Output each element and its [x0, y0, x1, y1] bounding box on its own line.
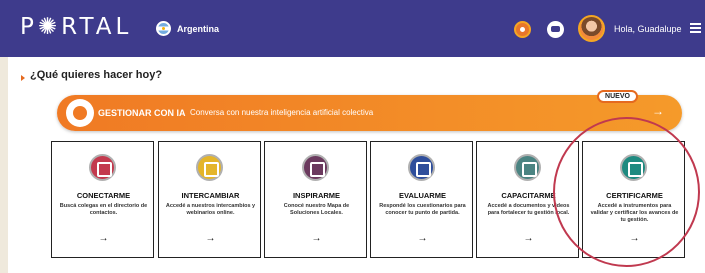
- card-description: Respondé los cuestionarios para conocer …: [379, 203, 466, 216]
- hamburger-menu-icon[interactable]: [690, 23, 701, 33]
- handshake-icon: [89, 154, 116, 181]
- ia-banner-arrow-icon[interactable]: →: [652, 104, 664, 118]
- card-arrow-icon[interactable]: →: [371, 233, 474, 244]
- ia-banner-subtitle: Conversa con nuestra inteligencia artifi…: [190, 108, 374, 117]
- exchange-rings-icon: [196, 154, 223, 181]
- card-title: INSPIRARME: [292, 191, 341, 200]
- card-description: Accedé a nuestros intercambios y webinar…: [165, 203, 256, 216]
- card-intercambiar[interactable]: INTERCAMBIAR Accedé a nuestros intercamb…: [158, 141, 261, 258]
- highlight-circle-annotation: [553, 117, 700, 267]
- card-description: Conocé nuestro Mapa de Soluciones Locale…: [283, 203, 350, 216]
- card-arrow-icon[interactable]: →: [159, 233, 262, 244]
- card-title: INTERCAMBIAR: [181, 191, 240, 200]
- ia-logo-icon: [66, 99, 94, 127]
- user-greeting[interactable]: Hola, Guadalupe: [614, 24, 682, 34]
- chat-icon[interactable]: [547, 21, 564, 38]
- country-selector[interactable]: Argentina: [156, 21, 219, 36]
- bullet-triangle-icon: [21, 75, 25, 81]
- card-description: Buscá colegas en el directorio de contac…: [59, 203, 148, 216]
- ia-banner-title: GESTIONAR CON IA: [98, 108, 186, 118]
- map-search-icon: [302, 154, 329, 181]
- card-inspirarme[interactable]: INSPIRARME Conocé nuestro Mapa de Soluci…: [264, 141, 367, 258]
- card-arrow-icon[interactable]: →: [265, 233, 368, 244]
- card-title: CONECTARME: [76, 191, 131, 200]
- portal-logo[interactable]: P✺RTAL: [20, 14, 132, 40]
- questionnaire-icon: [408, 154, 435, 181]
- nuevo-badge: NUEVO: [597, 90, 638, 103]
- card-conectarme[interactable]: CONECTARME Buscá colegas en el directori…: [51, 141, 154, 258]
- user-avatar[interactable]: [578, 15, 605, 42]
- page-question-heading: ¿Qué quieres hacer hoy?: [30, 69, 163, 81]
- country-label: Argentina: [177, 23, 220, 34]
- argentina-flag-icon: [156, 21, 171, 36]
- card-evaluarme[interactable]: EVALUARME Respondé los cuestionarios par…: [370, 141, 473, 258]
- card-title: EVALUARME: [399, 191, 446, 200]
- card-arrow-icon[interactable]: →: [477, 233, 580, 244]
- grid-blocks-icon: [514, 154, 541, 181]
- card-arrow-icon[interactable]: →: [52, 233, 155, 244]
- ai-assistant-icon[interactable]: [514, 21, 531, 38]
